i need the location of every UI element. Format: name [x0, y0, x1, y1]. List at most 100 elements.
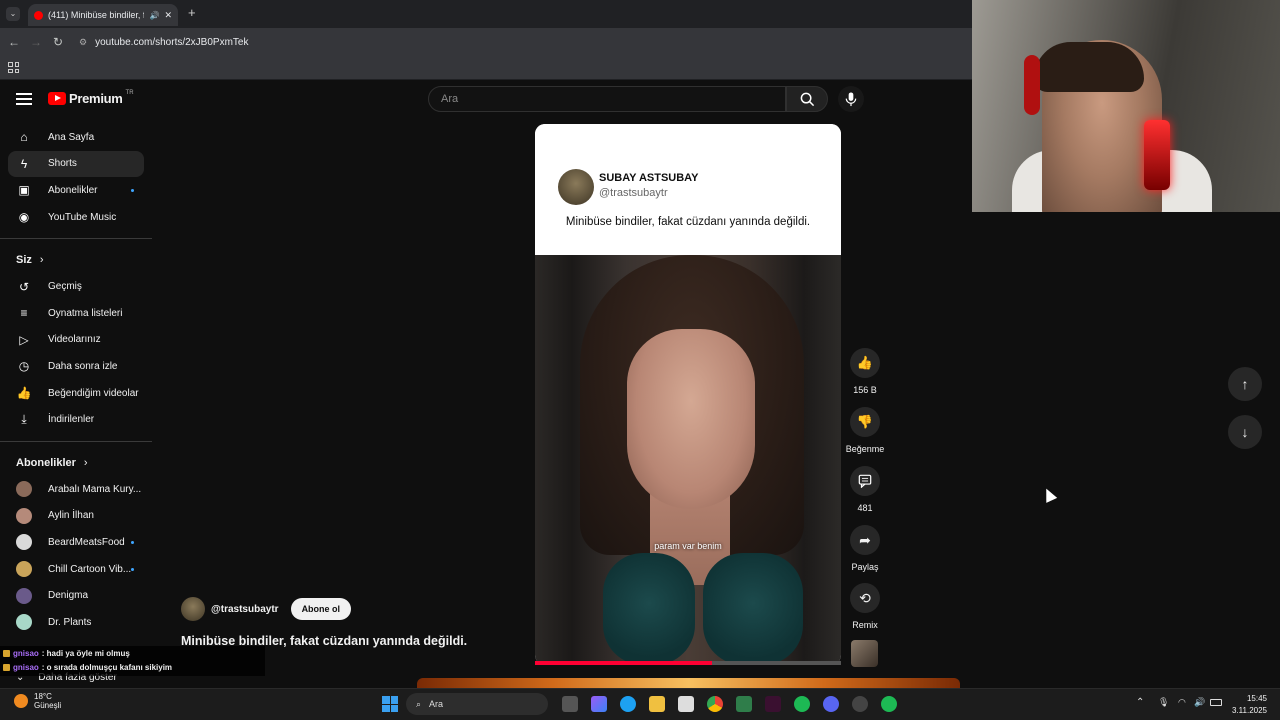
sidebar-divider — [0, 440, 152, 442]
comment-icon — [858, 474, 872, 488]
like-button[interactable]: 👍 — [850, 348, 880, 378]
discord-icon[interactable] — [823, 696, 839, 712]
subscription-channel[interactable]: BeardMeatsFood — [0, 529, 152, 556]
clock-date: 3.11.2025 — [1232, 706, 1267, 715]
wifi-icon[interactable]: ◠ — [1178, 697, 1186, 708]
youtube-premium-logo[interactable]: Premium TR — [48, 90, 134, 106]
copilot-icon[interactable] — [591, 696, 607, 712]
arrow-up-icon: ↑ — [1241, 376, 1249, 392]
channel-avatar — [16, 481, 32, 498]
sidebar-section-subscriptions[interactable]: Abonelikler › — [0, 450, 152, 476]
search-placeholder: Ara — [441, 93, 459, 105]
remix-label: Remix — [852, 620, 878, 630]
system-clock[interactable]: 15:45 3.11.2025 — [1232, 693, 1267, 717]
sidebar-item-downloads[interactable]: ⤓ İndirilenler — [0, 406, 152, 433]
microphone-icon[interactable]: 🎙 — [1158, 697, 1169, 708]
new-tab-icon[interactable]: + — [188, 5, 196, 20]
video-progress-bar[interactable] — [535, 661, 841, 665]
sidebar-item-playlists[interactable]: ≡ Oynatma listeleri — [0, 300, 152, 327]
video-frame-headphone — [603, 553, 695, 665]
browser-tab[interactable]: (411) Minibüse bindiler, fak 🔊 ✕ — [28, 4, 178, 26]
share-label: Paylaş — [851, 562, 879, 572]
stream-chat-overlay: gnisao : hadi ya öyle mi olmuş gnisao : … — [0, 646, 265, 676]
sound-thumbnail[interactable] — [851, 640, 878, 667]
sidebar-item-label: Ana Sayfa — [48, 131, 95, 143]
sidebar-item-liked-videos[interactable]: 👍 Beğendiğim videolar — [0, 380, 152, 407]
subscription-channel[interactable]: Aylin İlhan — [0, 503, 152, 530]
subscription-channel[interactable]: Arabalı Mama Kury... — [0, 476, 152, 503]
url-text: youtube.com/shorts/2xJB0PxmTek — [95, 36, 249, 48]
subscription-channel[interactable]: Dr. Plants — [0, 609, 152, 636]
subscriber-badge-icon — [3, 649, 10, 657]
channel-avatar[interactable] — [181, 597, 205, 621]
search-input[interactable]: Ara — [428, 86, 786, 112]
browser-tab-bar: ⌄ (411) Minibüse bindiler, fak 🔊 ✕ + — [0, 0, 972, 28]
url-field[interactable]: ⚙ youtube.com/shorts/2xJB0PxmTek — [75, 32, 972, 52]
battery-icon[interactable] — [1210, 699, 1222, 706]
subscription-channel[interactable]: Denigma — [0, 582, 152, 609]
previous-short-button[interactable]: ↑ — [1228, 367, 1262, 401]
voice-search-button[interactable] — [838, 86, 864, 112]
sidebar: ⌂ Ana Sayfa ϟ Shorts ▣ Abonelikler ◉ You… — [0, 124, 152, 636]
dislike-action[interactable]: 👎 Beğenme — [835, 407, 895, 454]
reload-icon[interactable]: ↻ — [47, 35, 69, 49]
like-count: 156 B — [853, 385, 877, 395]
apps-grid-icon[interactable] — [8, 62, 19, 73]
sidebar-item-history[interactable]: ↺ Geçmiş — [0, 273, 152, 300]
playlists-icon: ≡ — [20, 306, 28, 321]
edge-icon[interactable] — [620, 696, 636, 712]
next-short-preview[interactable] — [417, 678, 960, 688]
tab-list-chevron-icon[interactable]: ⌄ — [6, 7, 20, 21]
volume-icon[interactable]: 🔊 — [1194, 697, 1205, 708]
sidebar-item-youtube-music[interactable]: ◉ YouTube Music — [0, 204, 152, 231]
sidebar-item-home[interactable]: ⌂ Ana Sayfa — [0, 124, 152, 151]
tab-title: (411) Minibüse bindiler, fak — [48, 10, 145, 20]
subscribe-button[interactable]: Abone ol — [290, 598, 352, 620]
chrome-icon[interactable] — [707, 696, 723, 712]
channel-handle[interactable]: @trastsubaytr — [211, 604, 279, 615]
spotify-icon[interactable] — [881, 696, 897, 712]
sidebar-section-you[interactable]: Siz › — [0, 247, 152, 273]
forward-icon[interactable]: → — [25, 35, 47, 49]
task-view-icon[interactable] — [562, 696, 578, 712]
menu-icon[interactable] — [16, 93, 32, 105]
share-button[interactable]: ➦ — [850, 525, 880, 555]
youtube-logo-icon — [48, 92, 66, 105]
video-frame-face — [627, 329, 755, 509]
sidebar-item-your-videos[interactable]: ▷ Videolarınız — [0, 327, 152, 354]
speaker-icon[interactable]: 🔊 — [149, 11, 159, 20]
comment-button[interactable] — [850, 466, 880, 496]
chevron-up-icon[interactable]: ⌃ — [1136, 697, 1144, 708]
close-tab-icon[interactable]: ✕ — [164, 10, 172, 21]
shorts-player[interactable]: SUBAY ASTSUBAY @trastsubaytr Minibüse bi… — [535, 124, 841, 665]
comment-action[interactable]: 481 — [835, 466, 895, 513]
store-icon[interactable] — [678, 696, 694, 712]
subscription-channel[interactable]: Chill Cartoon Vib... — [0, 556, 152, 583]
sidebar-item-watch-later[interactable]: ◷ Daha sonra izle — [0, 353, 152, 380]
new-content-dot — [131, 540, 134, 544]
sidebar-item-label: Videolarınız — [48, 334, 101, 346]
channel-avatar — [16, 534, 32, 551]
sidebar-item-subscriptions[interactable]: ▣ Abonelikler — [0, 177, 152, 204]
microphone-icon — [1144, 120, 1170, 190]
site-info-icon[interactable]: ⚙ — [79, 37, 87, 48]
like-action[interactable]: 👍 156 B — [835, 348, 895, 395]
sidebar-item-label: Abonelikler — [48, 184, 98, 196]
sidebar-item-shorts[interactable]: ϟ Shorts — [8, 150, 144, 178]
taskbar-search[interactable]: ⌕ Ara — [406, 693, 548, 715]
file-explorer-icon[interactable] — [649, 696, 665, 712]
spotify-icon[interactable] — [794, 696, 810, 712]
weather-widget[interactable]: 18°C Güneşli — [14, 692, 61, 710]
next-short-button[interactable]: ↓ — [1228, 415, 1262, 449]
share-action[interactable]: ➦ Paylaş — [835, 525, 895, 572]
windows-start-icon[interactable] — [382, 696, 398, 712]
app-icon[interactable] — [852, 696, 868, 712]
sidebar-item-label: Geçmiş — [48, 281, 82, 293]
dislike-button[interactable]: 👎 — [850, 407, 880, 437]
app-icon[interactable] — [736, 696, 752, 712]
back-icon[interactable]: ← — [3, 35, 25, 49]
search-button[interactable] — [786, 86, 828, 112]
remix-button[interactable]: ⟲ — [850, 583, 880, 613]
remix-action[interactable]: ⟲ Remix — [835, 583, 895, 630]
app-icon[interactable] — [765, 696, 781, 712]
